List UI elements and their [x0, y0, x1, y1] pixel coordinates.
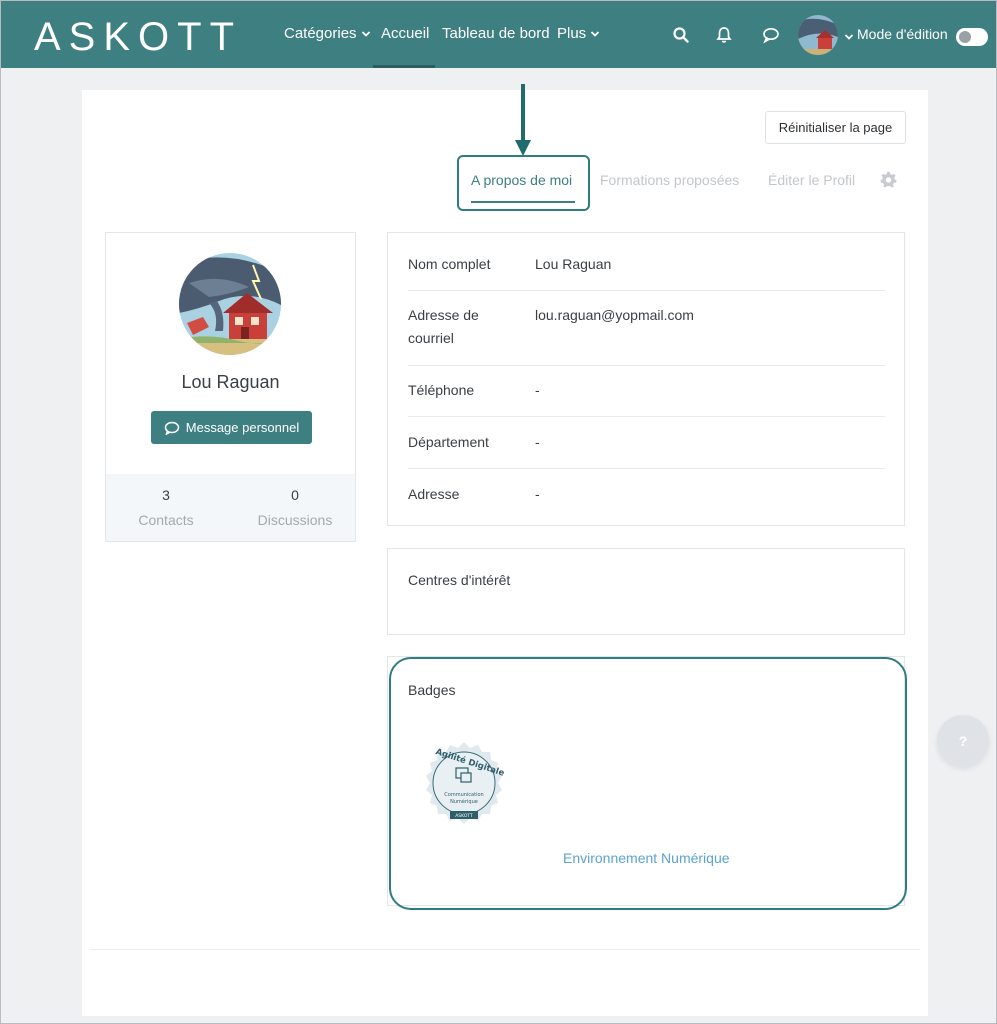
- detail-value: -: [535, 434, 540, 450]
- badge-text-communication: Communication: [444, 792, 483, 798]
- detail-label: Adresse de courriel: [408, 307, 479, 346]
- nav-tableau-label: Tableau de bord: [442, 25, 550, 42]
- active-tab-indicator: [471, 201, 575, 203]
- badge-text-askott: ASKOTT: [455, 813, 473, 819]
- stat-discussions[interactable]: 0 Discussions: [235, 487, 355, 528]
- active-nav-indicator: [373, 65, 435, 68]
- detail-label: Nom complet: [408, 256, 491, 272]
- badge-text-numerique: Numérique: [450, 798, 478, 805]
- detail-label: Département: [408, 434, 489, 450]
- interests-card: Centres d'intérêt: [387, 548, 905, 635]
- nav-categories[interactable]: Catégories: [284, 25, 371, 42]
- detail-row-department: Département -: [408, 431, 885, 469]
- personal-message-label: Message personnel: [185, 420, 300, 435]
- tab-formations[interactable]: Formations proposées: [600, 172, 739, 188]
- profile-card: Lou Raguan Message personnel 3 Contacts …: [105, 232, 356, 542]
- bell-icon[interactable]: [715, 26, 733, 44]
- detail-label: Adresse: [408, 486, 460, 502]
- interests-title: Centres d'intérêt: [408, 572, 511, 588]
- discussions-label: Discussions: [257, 512, 333, 528]
- nav-accueil-label: Accueil: [381, 25, 430, 42]
- edit-mode-label: Mode d'édition: [857, 26, 948, 42]
- toggle-knob: [959, 31, 971, 43]
- chat-icon: [164, 421, 180, 435]
- contacts-count: 3: [162, 487, 170, 503]
- discussions-count: 0: [291, 487, 299, 503]
- top-navbar: ASKOTT Catégories Accueil Tableau de bor…: [1, 1, 996, 68]
- profile-stats: 3 Contacts 0 Discussions: [106, 474, 355, 541]
- help-button[interactable]: ?: [937, 715, 989, 767]
- profile-name: Lou Raguan: [181, 372, 280, 392]
- nav-tableau-de-bord[interactable]: Tableau de bord: [442, 25, 550, 42]
- reset-page-button[interactable]: Réinitialiser la page: [765, 111, 906, 144]
- badge-name-link[interactable]: Environnement Numérique: [563, 850, 730, 866]
- edit-mode-text: Mode d'édition: [857, 26, 948, 42]
- nav-plus-label: Plus: [557, 25, 587, 42]
- detail-value: -: [535, 382, 540, 398]
- chevron-down-icon: [591, 30, 600, 37]
- detail-value-email[interactable]: lou.raguan@yopmail.com: [535, 304, 694, 327]
- nav-categories-label: Catégories: [284, 25, 357, 42]
- tab-editer-profil[interactable]: Éditer le Profil: [768, 172, 855, 188]
- user-details-card: Nom complet Lou Raguan Adresse de courri…: [387, 232, 905, 526]
- contacts-label: Contacts: [138, 512, 194, 528]
- detail-row-address: Adresse -: [408, 483, 885, 513]
- user-avatar[interactable]: [798, 15, 838, 55]
- detail-row-phone: Téléphone -: [408, 379, 885, 417]
- profile-avatar: [179, 253, 281, 355]
- detail-value: -: [535, 486, 540, 502]
- detail-label: Téléphone: [408, 382, 475, 398]
- stat-contacts[interactable]: 3 Contacts: [106, 487, 226, 528]
- tab-a-propos[interactable]: A propos de moi: [471, 172, 572, 188]
- divider: [90, 949, 920, 950]
- chevron-down-icon: [361, 30, 370, 37]
- chat-icon[interactable]: [762, 26, 780, 44]
- detail-row-fullname: Nom complet Lou Raguan: [408, 253, 885, 291]
- search-icon[interactable]: [672, 26, 690, 44]
- nav-accueil[interactable]: Accueil: [381, 25, 429, 42]
- personal-message-button[interactable]: Message personnel: [151, 411, 312, 444]
- detail-row-email: Adresse de courriel lou.raguan@yopmail.c…: [408, 304, 885, 366]
- edit-mode-toggle[interactable]: [956, 28, 988, 46]
- detail-value: Lou Raguan: [535, 256, 612, 272]
- annotation-arrow-icon: [515, 84, 531, 156]
- nav-plus[interactable]: Plus: [557, 25, 600, 42]
- chevron-down-icon[interactable]: [844, 32, 854, 42]
- askott-logo[interactable]: ASKOTT: [34, 15, 242, 60]
- badge-image[interactable]: Agilité Digitale Communication Numérique…: [420, 741, 508, 829]
- gear-icon[interactable]: [880, 171, 897, 188]
